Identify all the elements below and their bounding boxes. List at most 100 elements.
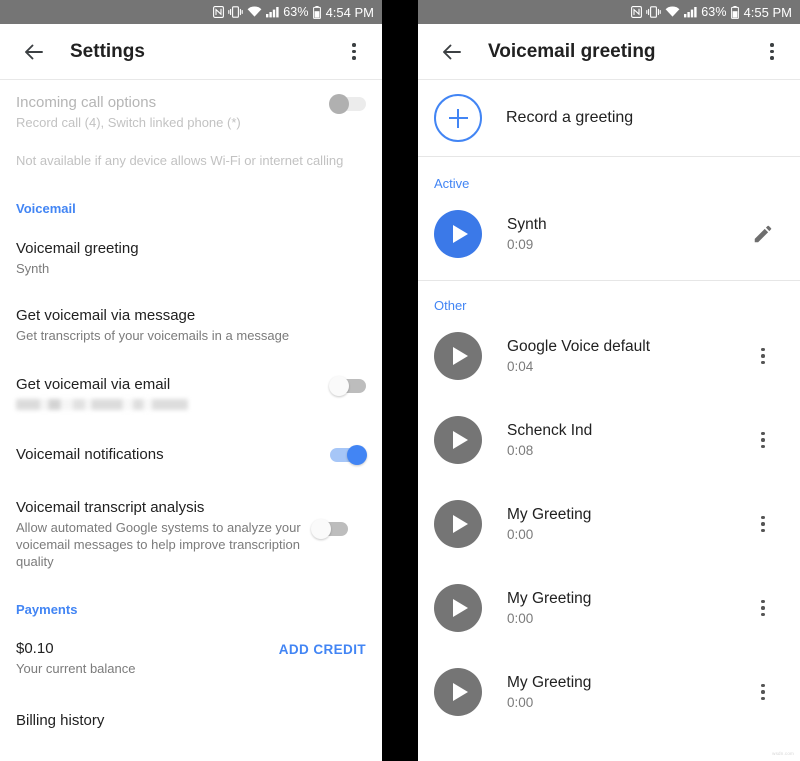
- right-status-bar: 63% 4:55 PM: [418, 0, 800, 24]
- setting-row-voicemail-notifications[interactable]: Voicemail notifications: [0, 444, 382, 465]
- redacted-email-address: [16, 399, 188, 410]
- row-title: Voicemail greeting: [16, 240, 139, 257]
- edit-pencil-icon[interactable]: [742, 211, 784, 257]
- greeting-texts: Synth 0:09: [507, 215, 742, 254]
- play-icon[interactable]: [434, 584, 482, 632]
- setting-row-voicemail-via-message[interactable]: Get voicemail via message Get transcript…: [0, 306, 382, 344]
- greeting-row-active[interactable]: Synth 0:09: [418, 192, 800, 276]
- row-subtitle: Allow automated Google systems to analyz…: [16, 520, 301, 569]
- row-texts: Incoming call options Record call (4), S…: [16, 93, 312, 131]
- back-arrow-icon[interactable]: [12, 30, 56, 74]
- setting-row-voicemail-greeting[interactable]: Voicemail greeting Synth: [0, 239, 382, 277]
- toggle-knob: [311, 519, 331, 539]
- group-header-other: Other: [434, 298, 467, 313]
- menu-dot: [352, 43, 356, 47]
- setting-row-transcript-analysis[interactable]: Voicemail transcript analysis Allow auto…: [0, 498, 382, 570]
- play-triangle: [453, 225, 468, 243]
- section-header-payments: Payments: [16, 602, 78, 617]
- play-icon[interactable]: [434, 668, 482, 716]
- greeting-row[interactable]: Schenck Ind 0:08: [418, 398, 800, 482]
- row-subtitle: Record call (4), Switch linked phone (*): [16, 115, 241, 130]
- greeting-texts: Google Voice default 0:04: [507, 337, 742, 376]
- menu-dot: [770, 49, 774, 54]
- menu-dot: [761, 606, 765, 610]
- greeting-duration: 0:00: [507, 526, 534, 542]
- page-title: Settings: [70, 40, 145, 62]
- overflow-menu-icon[interactable]: [742, 417, 784, 463]
- menu-dot: [770, 43, 774, 47]
- play-triangle: [453, 347, 468, 365]
- menu-dot: [352, 49, 356, 54]
- add-credit-button[interactable]: ADD CREDIT: [279, 642, 366, 657]
- voicemail-via-email-toggle[interactable]: [329, 376, 366, 396]
- incoming-call-note: Not available if any device allows Wi-Fi…: [16, 153, 344, 168]
- row-title: Incoming call options: [16, 94, 157, 111]
- setting-row-incoming-call-options: Incoming call options Record call (4), S…: [0, 80, 382, 131]
- greeting-duration: 0:00: [507, 694, 534, 710]
- greeting-texts: Schenck Ind 0:08: [507, 421, 742, 460]
- balance-label: Your current balance: [16, 661, 136, 676]
- overflow-menu-icon[interactable]: [332, 30, 376, 74]
- menu-dot: [761, 690, 765, 694]
- overflow-menu-icon[interactable]: [750, 30, 794, 74]
- left-status-bar: 63% 4:54 PM: [0, 0, 382, 24]
- greeting-texts: My Greeting 0:00: [507, 589, 742, 628]
- toggle-knob: [347, 444, 367, 465]
- menu-dot: [761, 599, 765, 604]
- play-icon[interactable]: [434, 210, 482, 258]
- record-a-greeting-button[interactable]: Record a greeting: [418, 80, 800, 156]
- row-title: Get voicemail via email: [16, 376, 171, 393]
- menu-dot: [761, 515, 765, 520]
- menu-dot: [761, 347, 765, 352]
- watermark: wsdn.com: [772, 751, 794, 756]
- overflow-menu-icon[interactable]: [742, 501, 784, 547]
- incoming-call-options-toggle: [329, 94, 366, 114]
- greeting-row[interactable]: My Greeting 0:00: [418, 650, 800, 734]
- greeting-row[interactable]: Google Voice default 0:04: [418, 314, 800, 398]
- back-arrow-icon[interactable]: [430, 30, 474, 74]
- section-header-voicemail: Voicemail: [16, 201, 76, 216]
- clock-label: 4:54 PM: [325, 4, 374, 20]
- play-icon[interactable]: [434, 416, 482, 464]
- overflow-menu-icon[interactable]: [742, 585, 784, 631]
- transcript-analysis-toggle[interactable]: [311, 519, 348, 539]
- row-texts: Voicemail greeting Synth: [16, 239, 366, 277]
- greeting-row[interactable]: My Greeting 0:00: [418, 566, 800, 650]
- play-triangle: [453, 431, 468, 449]
- play-icon[interactable]: [434, 332, 482, 380]
- greeting-duration: 0:00: [507, 610, 534, 626]
- left-settings-list: Incoming call options Record call (4), S…: [0, 80, 382, 761]
- menu-dot: [761, 528, 765, 533]
- greeting-texts: My Greeting 0:00: [507, 505, 742, 544]
- greeting-name: Google Voice default: [507, 337, 651, 355]
- row-title: Voicemail transcript analysis: [16, 499, 205, 516]
- play-triangle: [453, 683, 468, 701]
- nfc-icon: [631, 5, 643, 19]
- menu-dot: [761, 522, 765, 526]
- row-texts: Voicemail transcript analysis Allow auto…: [16, 498, 304, 570]
- setting-row-billing-history[interactable]: Billing history: [0, 711, 382, 730]
- greeting-row[interactable]: My Greeting 0:00: [418, 482, 800, 566]
- voicemail-notifications-toggle[interactable]: [330, 444, 367, 465]
- setting-row-voicemail-via-email[interactable]: Get voicemail via email: [0, 375, 382, 410]
- play-icon[interactable]: [434, 500, 482, 548]
- menu-dot: [761, 360, 765, 365]
- signal-bars-icon: [266, 5, 279, 19]
- greeting-duration: 0:09: [507, 236, 534, 252]
- overflow-menu-icon[interactable]: [742, 333, 784, 379]
- battery-percent-label: 63%: [701, 4, 727, 19]
- overflow-menu-icon[interactable]: [742, 669, 784, 715]
- greeting-name: Synth: [507, 215, 547, 233]
- plus-circle-icon: [434, 94, 482, 142]
- menu-dot: [761, 696, 765, 701]
- signal-bars-icon: [684, 5, 697, 19]
- menu-dot: [761, 683, 765, 688]
- row-title: Get voicemail via message: [16, 307, 196, 324]
- right-phone-screen: 63% 4:55 PM Voicemail greeting Record a …: [418, 0, 800, 761]
- menu-dot: [761, 612, 765, 617]
- battery-icon: [730, 5, 739, 19]
- vibrate-icon: [646, 5, 661, 19]
- row-title: Billing history: [16, 712, 105, 729]
- clock-label: 4:55 PM: [743, 4, 792, 20]
- page-title: Voicemail greeting: [488, 40, 656, 62]
